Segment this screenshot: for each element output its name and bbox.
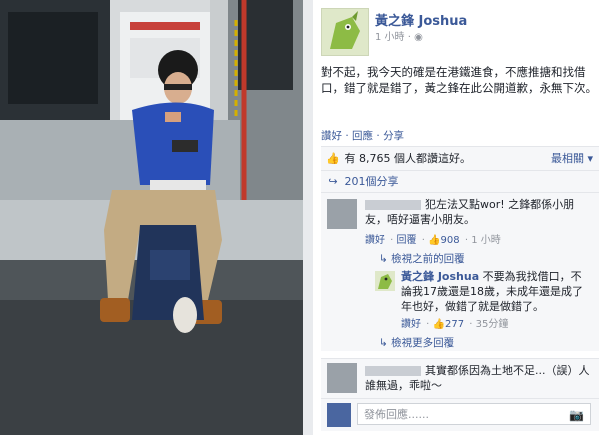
- post-text: 對不起，我今天的確是在港鐵進食，不應推搪和找借口，錯了就是錯了，黃之鋒在此公開道…: [321, 65, 597, 95]
- globe-icon: · ◉: [407, 32, 423, 43]
- reply-input[interactable]: 發佈回應...... 📷: [357, 403, 591, 425]
- reply-like-icon: 👍: [432, 319, 445, 330]
- reply-body: 黃之鋒 Joshua 不要為我找借口，不論我17歲還是18歲，未成年還是成了年也…: [401, 269, 591, 314]
- share-action[interactable]: 分享: [383, 130, 404, 142]
- train-photo-illustration: [0, 0, 303, 435]
- commenter-avatar[interactable]: [327, 199, 357, 229]
- post-header: 黃之鋒 Joshua 1 小時 · ◉: [313, 0, 608, 62]
- reply-like-count[interactable]: 277: [445, 319, 464, 330]
- comment-item: 犯左法又點wor! 之鋒都係小朋友，唔好逼害小朋友。 讚好 · 回覆 · 👍90…: [321, 192, 599, 351]
- comment-time[interactable]: 1 小時: [471, 235, 501, 246]
- like-action[interactable]: 讚好: [321, 130, 342, 142]
- post-time: 1 小時 · ◉: [375, 28, 423, 43]
- most-relevant-dropdown[interactable]: 最相關 ▾: [551, 147, 593, 171]
- comment-like-link[interactable]: 讚好: [365, 235, 385, 246]
- view-more-label: 檢視更多回覆: [391, 337, 455, 349]
- blurred-commenter-name[interactable]: [365, 200, 421, 210]
- comment-meta: 讚好 · 回覆 · 👍908 · 1 小時: [365, 235, 501, 246]
- share-arrow-icon: ↪: [328, 175, 338, 188]
- reply-arrow-icon: ↳: [379, 337, 392, 349]
- post-time-text[interactable]: 1 小時: [375, 32, 405, 43]
- reply-placeholder: 發佈回應......: [364, 408, 429, 421]
- comment-body: 其實都係因為土地不足...（誤）人誰無過，乖啦～: [365, 363, 595, 393]
- reply-meta: 讚好 · 👍277 · 35分鐘: [401, 319, 509, 330]
- camera-icon[interactable]: 📷: [569, 404, 584, 426]
- author-avatar[interactable]: [321, 8, 369, 56]
- most-relevant-label: 最相關: [550, 152, 584, 165]
- shares-bar: ↪ 201個分享: [321, 170, 599, 193]
- view-more-replies[interactable]: ↳ 檢視更多回覆: [379, 335, 454, 350]
- facebook-post: 黃之鋒 Joshua 1 小時 · ◉ 對不起，我今天的確是在港鐵進食，不應推搪…: [313, 0, 608, 435]
- likes-bar: 👍 有 8,765 個人都讚這好。 最相關 ▾: [321, 146, 599, 171]
- reply-author-avatar[interactable]: [375, 271, 395, 291]
- post-author-name[interactable]: 黃之鋒 Joshua: [375, 10, 467, 29]
- reply-like-link[interactable]: 讚好: [401, 319, 421, 330]
- thumbs-up-icon: 👍: [326, 152, 340, 165]
- view-previous-replies[interactable]: ↳ 檢視之前的回覆: [379, 251, 465, 266]
- comment-action[interactable]: 回應: [352, 130, 373, 142]
- comment-body: 犯左法又點wor! 之鋒都係小朋友，唔好逼害小朋友。: [365, 197, 595, 227]
- shares-count-link[interactable]: 201個分享: [345, 175, 399, 188]
- viewer-avatar: [327, 403, 351, 427]
- blurred-commenter-name[interactable]: [365, 366, 421, 376]
- likes-count-text[interactable]: 有 8,765 個人都讚這好。: [345, 152, 471, 165]
- comment-reply-link[interactable]: 回覆: [397, 235, 417, 246]
- green-cartoon-icon: [378, 274, 392, 289]
- reply-time[interactable]: 35分鐘: [476, 319, 509, 330]
- comment-like-count[interactable]: 908: [441, 235, 460, 246]
- comment-like-icon: 👍: [428, 235, 441, 246]
- view-previous-label: 檢視之前的回覆: [391, 253, 465, 265]
- post-actions: 讚好 · 回應 · 分享: [321, 128, 404, 143]
- green-cartoon-icon: [330, 11, 360, 49]
- comment-item: 其實都係因為土地不足...（誤）人誰無過，乖啦～: [321, 358, 599, 399]
- commenter-avatar[interactable]: [327, 363, 357, 393]
- reply-author-name[interactable]: 黃之鋒 Joshua: [401, 270, 479, 283]
- post-photo[interactable]: [0, 0, 303, 435]
- reply-box: 發佈回應...... 📷: [321, 398, 599, 431]
- reply-arrow-icon: ↳: [379, 253, 392, 265]
